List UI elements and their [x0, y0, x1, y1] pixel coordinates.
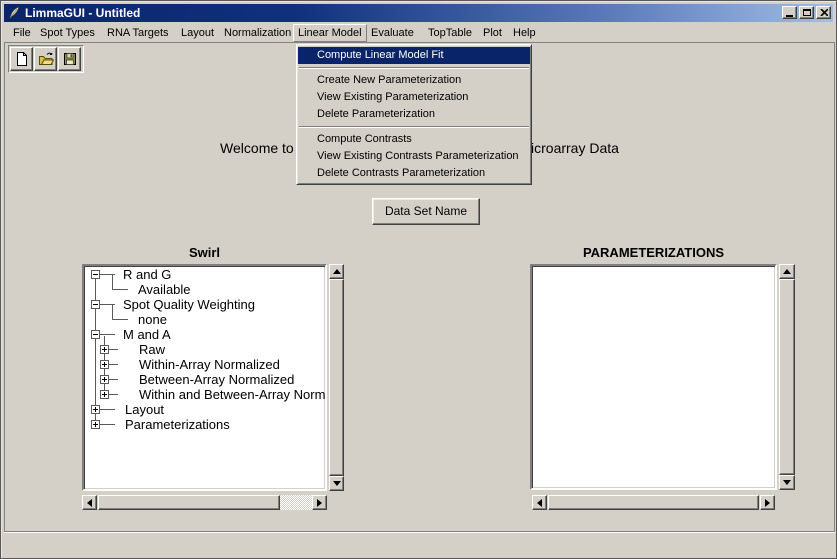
menu-separator [299, 126, 529, 128]
arrow-right-icon [765, 499, 774, 507]
tree-item[interactable]: M and A [123, 327, 171, 342]
minimize-button[interactable] [782, 6, 797, 19]
tree-toggle-plus-icon[interactable] [91, 405, 100, 414]
new-file-icon [14, 51, 30, 67]
menu-evaluate[interactable]: Evaluate [366, 24, 419, 42]
arrow-left-icon [533, 499, 542, 507]
limmagui-window: LimmaGUI - Untitled File Spot Types RNA … [0, 0, 837, 559]
scroll-right-button[interactable] [760, 495, 775, 510]
maximize-icon [803, 9, 811, 16]
menu-linear-model[interactable]: Linear Model [293, 24, 367, 42]
menu-plot[interactable]: Plot [478, 24, 507, 42]
tree-toggle-plus-icon[interactable] [100, 390, 109, 399]
menu-file[interactable]: File [8, 24, 36, 42]
parameterizations-list[interactable] [530, 264, 777, 490]
arrow-up-icon [333, 265, 341, 274]
arrow-down-icon [783, 480, 791, 489]
open-folder-icon [38, 51, 54, 67]
menu-toptable[interactable]: TopTable [423, 24, 477, 42]
hscroll-thumb[interactable] [548, 495, 759, 510]
tree-item[interactable]: Raw [139, 342, 165, 357]
parameterizations-vscrollbar [779, 264, 795, 490]
vscroll-thumb[interactable] [779, 279, 795, 475]
tree-item[interactable]: R and G [123, 267, 171, 282]
scroll-down-button[interactable] [779, 475, 795, 490]
arrow-up-icon [783, 265, 791, 274]
arrow-right-icon [317, 499, 326, 507]
close-icon [820, 9, 828, 16]
menu-separator [299, 67, 529, 69]
status-strip [4, 532, 835, 557]
tree-item[interactable]: none [138, 312, 167, 327]
scroll-right-button[interactable] [312, 495, 327, 510]
tree-item[interactable]: Parameterizations [125, 417, 230, 432]
menu-item-delete-parameterization[interactable]: Delete Parameterization [298, 106, 530, 123]
swirl-tree[interactable]: R and G Available Spot Quality Weighting… [82, 264, 327, 491]
minimize-icon [786, 15, 793, 17]
linear-model-menu: Compute Linear Model Fit Create New Para… [296, 44, 532, 185]
menu-normalization[interactable]: Normalization [219, 24, 296, 42]
arrow-left-icon [83, 499, 92, 507]
menu-item-compute-contrasts[interactable]: Compute Contrasts [298, 131, 530, 148]
tree-item[interactable]: Layout [125, 402, 164, 417]
titlebar: LimmaGUI - Untitled [4, 4, 833, 22]
menubar: File Spot Types RNA Targets Layout Norma… [4, 23, 833, 42]
new-file-button[interactable] [10, 47, 33, 71]
open-file-button[interactable] [34, 47, 57, 71]
scroll-down-button[interactable] [329, 476, 344, 491]
tree-toggle-minus-icon[interactable] [91, 300, 100, 309]
menu-rna-targets[interactable]: RNA Targets [102, 24, 174, 42]
scroll-left-button[interactable] [532, 495, 547, 510]
tree-toggle-minus-icon[interactable] [91, 270, 100, 279]
maximize-button[interactable] [799, 6, 814, 19]
scroll-up-button[interactable] [329, 264, 344, 279]
swirl-tree-vscrollbar [329, 264, 344, 491]
tk-feather-icon [7, 6, 21, 20]
window-title: LimmaGUI - Untitled [25, 6, 140, 20]
tree-item[interactable]: Spot Quality Weighting [123, 297, 255, 312]
tree-item[interactable]: Between-Array Normalized [139, 372, 294, 387]
scroll-up-button[interactable] [779, 264, 795, 279]
tree-toggle-plus-icon[interactable] [100, 375, 109, 384]
swirl-tree-hscrollbar [82, 495, 327, 510]
menu-item-compute-linear-model-fit[interactable]: Compute Linear Model Fit [298, 47, 530, 64]
tree-toggle-plus-icon[interactable] [100, 360, 109, 369]
menu-item-view-existing-parameterization[interactable]: View Existing Parameterization [298, 89, 530, 106]
tree-toggle-minus-icon[interactable] [91, 330, 100, 339]
menu-item-delete-contrasts-parameterization[interactable]: Delete Contrasts Parameterization [298, 165, 530, 182]
scroll-left-button[interactable] [82, 495, 97, 510]
close-button[interactable] [816, 6, 831, 19]
arrow-down-icon [333, 481, 341, 490]
left-panel-title: Swirl [82, 245, 327, 260]
menu-item-view-existing-contrasts-parameterization[interactable]: View Existing Contrasts Parameterization [298, 148, 530, 165]
vscroll-thumb[interactable] [329, 279, 344, 476]
tree-toggle-plus-icon[interactable] [91, 420, 100, 429]
hscroll-thumb[interactable] [98, 495, 280, 510]
hscroll-trough[interactable] [280, 495, 312, 510]
menu-layout[interactable]: Layout [176, 24, 219, 42]
dataset-name-button[interactable]: Data Set Name [372, 198, 480, 225]
menu-help[interactable]: Help [508, 24, 541, 42]
save-file-button[interactable] [58, 47, 81, 71]
save-floppy-icon [62, 51, 78, 67]
tree-item[interactable]: Within and Between-Array Normalized [139, 387, 327, 402]
parameterizations-hscrollbar [532, 495, 775, 510]
toolbar [8, 45, 84, 73]
tree-item[interactable]: Within-Array Normalized [139, 357, 280, 372]
right-panel-title: PARAMETERIZATIONS [530, 245, 777, 260]
menu-item-create-new-parameterization[interactable]: Create New Parameterization [298, 72, 530, 89]
menu-spot-types[interactable]: Spot Types [35, 24, 100, 42]
tree-toggle-plus-icon[interactable] [100, 345, 109, 354]
tree-item[interactable]: Available [138, 282, 191, 297]
